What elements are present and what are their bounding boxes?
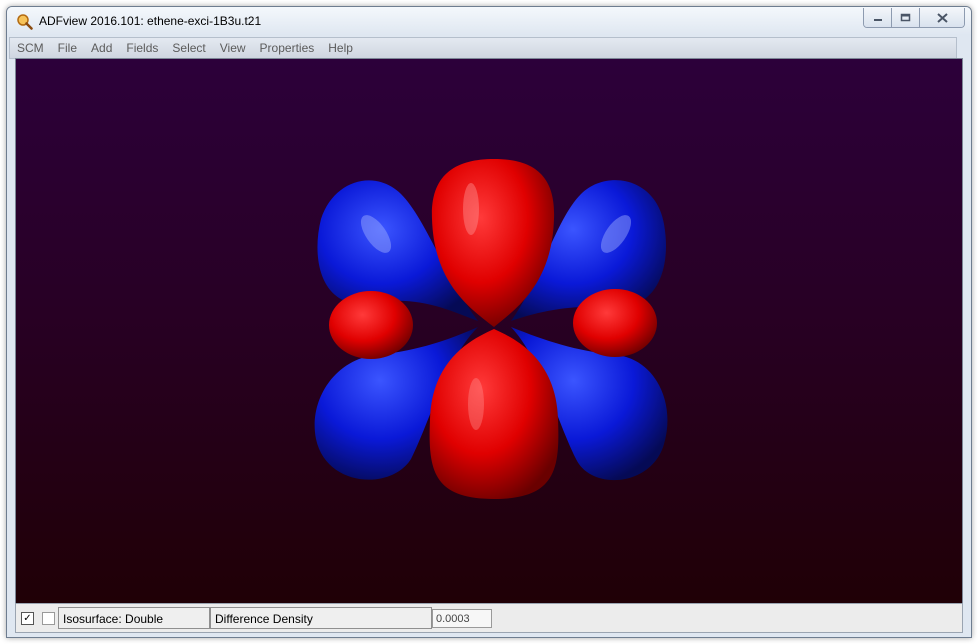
menu-properties[interactable]: Properties: [253, 38, 322, 58]
minimize-icon: [873, 18, 882, 21]
close-icon: [936, 12, 948, 23]
status-bar: ✓ Isosurface: Double Difference Density …: [15, 603, 963, 633]
app-window: ADFview 2016.101: ethene-exci-1B3u.t21 S…: [6, 6, 972, 638]
menu-bar: SCM File Add Fields Select View Properti…: [9, 37, 957, 59]
menu-fields[interactable]: Fields: [119, 38, 165, 58]
menu-scm[interactable]: SCM: [10, 38, 51, 58]
3d-viewport[interactable]: [15, 58, 963, 604]
window-controls: [863, 8, 965, 28]
window-title: ADFview 2016.101: ethene-exci-1B3u.t21: [39, 14, 262, 28]
isosurface-type-field[interactable]: Isosurface: Double: [58, 607, 210, 629]
positive-lobe-right: [573, 289, 657, 357]
menu-add[interactable]: Add: [84, 38, 119, 58]
visible-checkbox[interactable]: ✓: [21, 612, 34, 625]
menu-help[interactable]: Help: [321, 38, 360, 58]
density-field-selector[interactable]: Difference Density: [210, 607, 432, 629]
minimize-button[interactable]: [864, 8, 891, 27]
secondary-checkbox[interactable]: [42, 612, 55, 625]
menu-view[interactable]: View: [213, 38, 253, 58]
isovalue-input[interactable]: 0.0003: [432, 609, 492, 628]
menu-select[interactable]: Select: [165, 38, 212, 58]
close-button[interactable]: [919, 8, 964, 27]
maximize-icon: [900, 13, 911, 22]
positive-lobe-left: [329, 291, 413, 359]
menu-file[interactable]: File: [51, 38, 84, 58]
maximize-button[interactable]: [891, 8, 919, 27]
title-bar[interactable]: ADFview 2016.101: ethene-exci-1B3u.t21: [7, 7, 971, 35]
magnifier-app-icon: [17, 14, 33, 30]
isosurface-render: [314, 159, 668, 499]
